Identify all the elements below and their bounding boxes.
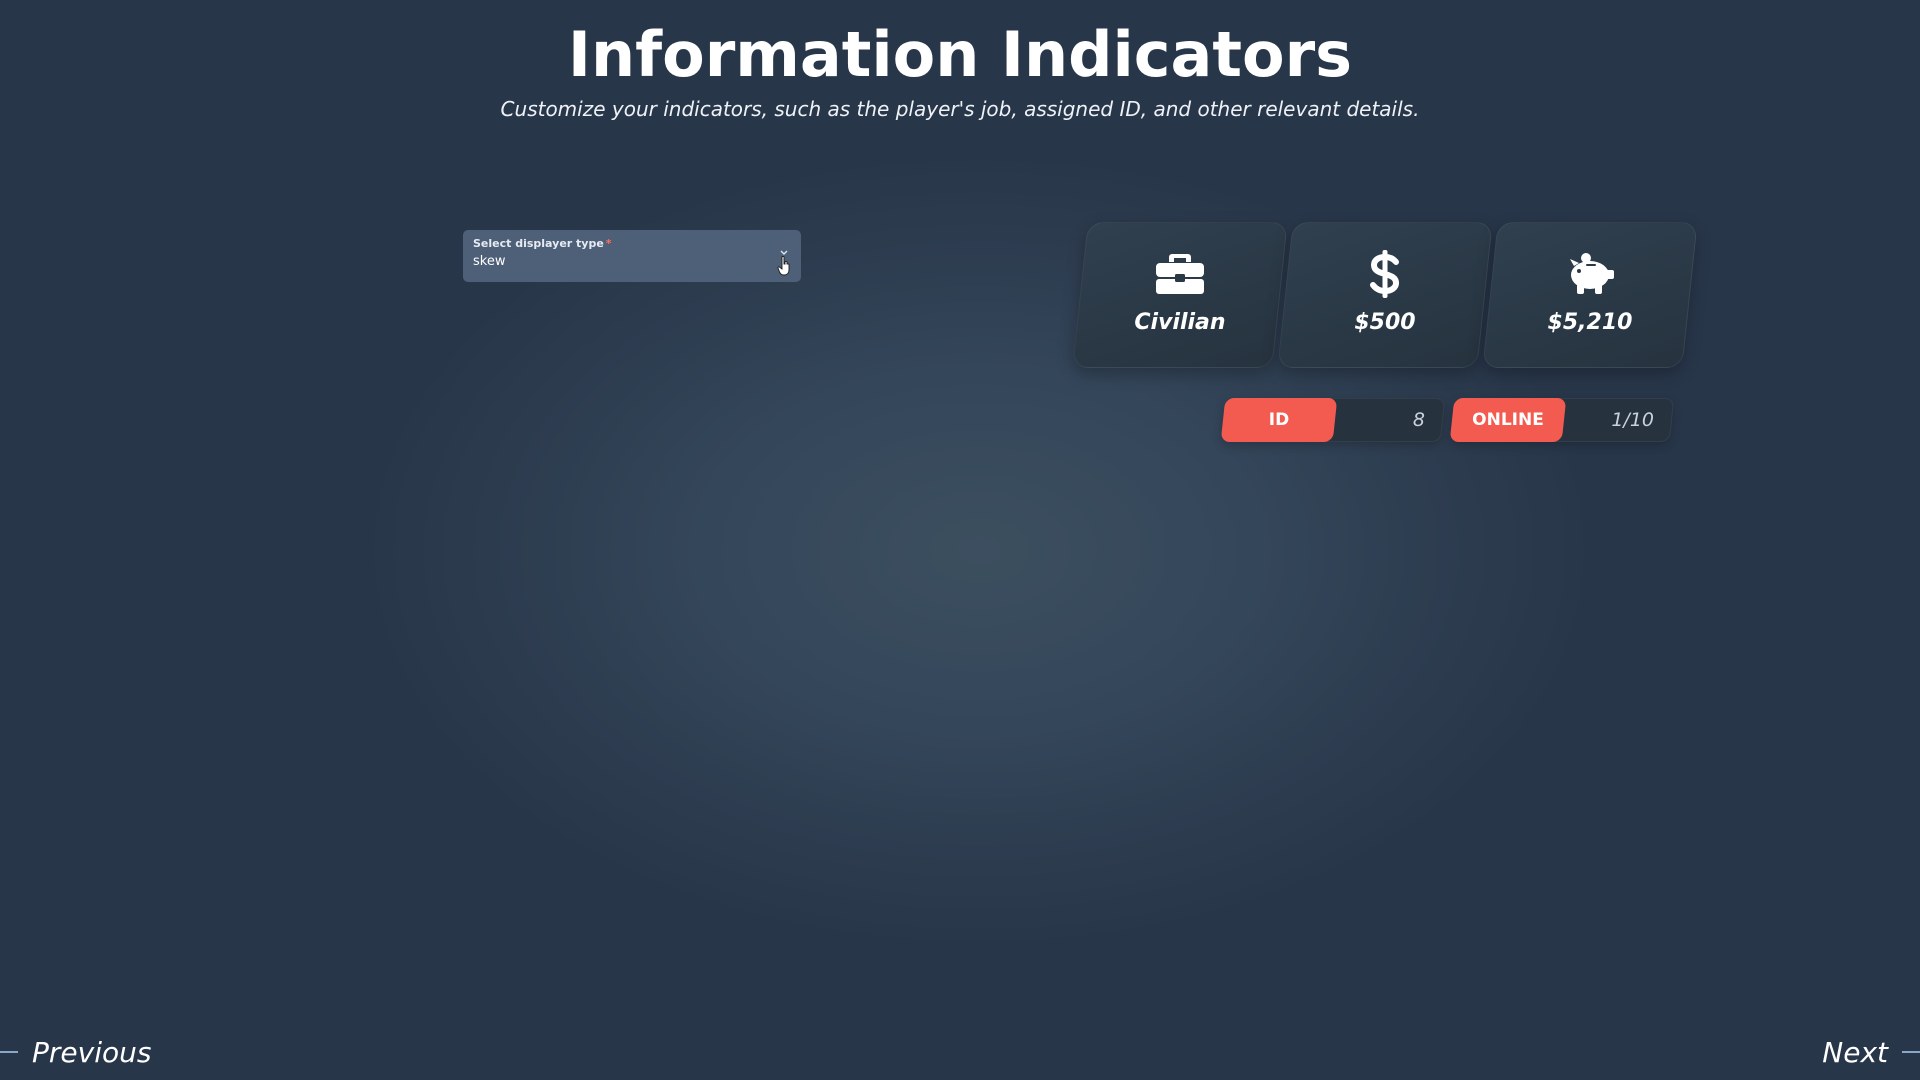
page-title: Information Indicators — [567, 18, 1353, 91]
briefcase-icon — [1156, 254, 1204, 294]
online-indicator: ONLINE 1/10 — [1449, 398, 1675, 442]
online-tag-label: ONLINE — [1472, 410, 1544, 430]
previous-button[interactable]: Previous — [0, 1035, 151, 1069]
next-label: Next — [1822, 1035, 1888, 1069]
bank-indicator-card: $5,210 — [1482, 222, 1698, 368]
hand-cursor-icon — [777, 256, 790, 276]
job-text: Civilian — [1134, 310, 1226, 335]
displayer-type-label: Select displayer type * — [473, 237, 612, 250]
dollar-icon — [1370, 250, 1400, 298]
bank-text: $5,210 — [1547, 310, 1633, 335]
id-indicator: ID 8 — [1220, 398, 1446, 442]
cash-text: $500 — [1354, 310, 1416, 335]
dash-line — [0, 1051, 18, 1053]
job-indicator-card: Civilian — [1072, 222, 1288, 368]
required-mark: * — [605, 237, 612, 250]
previous-label: Previous — [32, 1035, 152, 1069]
id-tag-label: ID — [1268, 410, 1290, 430]
page-subtitle: Customize your indicators, such as the p… — [500, 97, 1420, 121]
id-value: 8 — [1412, 409, 1425, 431]
online-value: 1/10 — [1611, 409, 1654, 431]
cash-indicator-card: $500 — [1277, 222, 1493, 368]
piggy-bank-icon — [1570, 253, 1614, 294]
dash-line — [1902, 1051, 1920, 1053]
next-button[interactable]: Next — [1822, 1035, 1920, 1069]
displayer-type-value: skew — [473, 254, 506, 269]
displayer-type-select[interactable]: Select displayer type * skew — [463, 230, 801, 282]
